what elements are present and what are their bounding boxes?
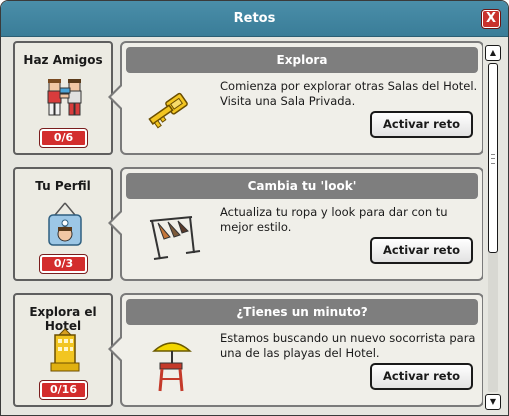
activate-challenge-button[interactable]: Activar reto xyxy=(370,363,473,390)
challenges-window: Retos X Haz Amigos 0/6 Explora Comienza … xyxy=(0,0,509,416)
challenges-list: Haz Amigos 0/6 Explora Comienza por expl… xyxy=(9,41,483,413)
challenge-row: Haz Amigos 0/6 Explora Comienza por expl… xyxy=(13,41,483,157)
scroll-grip-icon xyxy=(491,154,495,164)
profile-tag-icon xyxy=(41,201,89,249)
challenge-description: Comienza por explorar otras Salas del Ho… xyxy=(220,79,478,108)
activate-challenge-button[interactable]: Activar reto xyxy=(370,111,473,138)
title-bar[interactable]: Retos X xyxy=(1,1,508,37)
challenge-header: Cambia tu 'look' xyxy=(126,173,478,199)
challenge-category-panel: Explora el Hotel 0/16 xyxy=(13,293,113,407)
challenge-row: Tu Perfil 0/3 Cambia tu 'look' Actualiza… xyxy=(13,167,483,283)
lifeguard-chair-icon xyxy=(142,335,202,395)
scroll-track[interactable] xyxy=(488,63,498,392)
two-avatars-handshake-icon xyxy=(41,75,89,123)
challenge-header: ¿Tienes un minuto? xyxy=(126,299,478,325)
progress-badge: 0/3 xyxy=(40,255,87,273)
golden-key-icon xyxy=(142,83,202,143)
window-title: Retos xyxy=(233,11,276,26)
challenge-card: Cambia tu 'look' Actualiza tu ropa y loo… xyxy=(108,167,483,281)
challenge-card: ¿Tienes un minuto? Estamos buscando un n… xyxy=(108,293,483,407)
scroll-up-arrow-icon[interactable]: ▲ xyxy=(485,45,501,61)
vertical-scrollbar[interactable]: ▲ ▼ xyxy=(485,45,501,410)
scroll-down-arrow-icon[interactable]: ▼ xyxy=(485,394,501,410)
challenge-category-panel: Tu Perfil 0/3 xyxy=(13,167,113,281)
progress-badge: 0/6 xyxy=(40,129,87,147)
activate-challenge-button[interactable]: Activar reto xyxy=(370,237,473,264)
challenge-description: Actualiza tu ropa y look para dar con tu… xyxy=(220,205,448,234)
close-button[interactable]: X xyxy=(482,10,500,28)
challenge-description: Estamos buscando un nuevo socorrista par… xyxy=(220,331,476,360)
clothes-rack-icon xyxy=(142,209,202,269)
challenge-name: Tu Perfil xyxy=(35,179,91,193)
challenge-name: Haz Amigos xyxy=(23,53,103,67)
challenge-row: Explora el Hotel 0/16 ¿Tienes un minuto?… xyxy=(13,293,483,409)
challenge-header: Explora xyxy=(126,47,478,73)
progress-badge: 0/16 xyxy=(40,381,87,399)
hotel-building-icon xyxy=(41,327,89,375)
scroll-thumb[interactable] xyxy=(488,63,498,253)
challenge-category-panel: Haz Amigos 0/6 xyxy=(13,41,113,155)
challenge-card: Explora Comienza por explorar otras Sala… xyxy=(108,41,483,155)
